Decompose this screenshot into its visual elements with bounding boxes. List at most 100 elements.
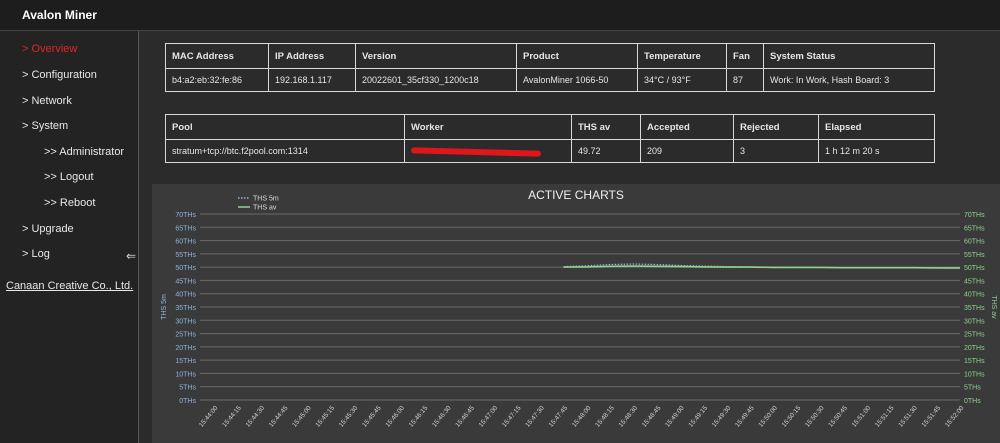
sidebar-item-upgrade[interactable]: > Upgrade bbox=[22, 223, 74, 235]
y2-tick-label: 60THs bbox=[964, 239, 985, 246]
y-tick-label: 30THs bbox=[175, 318, 196, 325]
x-tick-label: 15:50:45 bbox=[827, 404, 849, 428]
pool-info-table: Pool Worker THS av Accepted Rejected Ela… bbox=[165, 114, 935, 163]
y2-tick-label: 30THs bbox=[964, 318, 985, 325]
device-info-table: MAC Address IP Address Version Product T… bbox=[165, 43, 935, 92]
x-tick-label: 15:46:00 bbox=[384, 404, 406, 428]
y-tick-label: 40THs bbox=[175, 292, 196, 299]
y-tick-label: 5THs bbox=[179, 385, 196, 392]
cell-worker bbox=[404, 139, 572, 163]
x-tick-label: 15:44:30 bbox=[245, 404, 267, 428]
x-tick-label: 15:51:00 bbox=[851, 404, 873, 428]
legend-label: THS 5m bbox=[253, 196, 279, 203]
sidebar-item-log[interactable]: > Log bbox=[22, 248, 50, 260]
cell-rejected: 3 bbox=[733, 139, 819, 163]
y2-tick-label: 70THs bbox=[964, 212, 985, 219]
cell-mac: b4:a2:eb:32:fe:86 bbox=[165, 68, 269, 92]
y-tick-label: 35THs bbox=[175, 305, 196, 312]
cell-system-status: Work: In Work, Hash Board: 3 bbox=[763, 68, 935, 92]
top-bar: Avalon Miner bbox=[0, 0, 1000, 31]
y2-tick-label: 5THs bbox=[964, 385, 981, 392]
y-tick-label: 20THs bbox=[175, 345, 196, 352]
legend-label: THS av bbox=[253, 205, 277, 212]
cell-fan: 87 bbox=[726, 68, 764, 92]
x-tick-label: 15:44:15 bbox=[221, 404, 243, 428]
cell-ip: 192.168.1.117 bbox=[268, 68, 356, 92]
x-tick-label: 15:49:15 bbox=[687, 404, 709, 428]
active-charts-panel: ACTIVE CHARTS 0THs 0THs 5THs 5THs 10THs 10THs… bbox=[152, 184, 1000, 443]
cell-version: 20022601_35cf330_1200c18 bbox=[355, 68, 517, 92]
sidebar-item-reboot[interactable]: >> Reboot bbox=[44, 197, 95, 209]
x-tick-label: 15:48:15 bbox=[594, 404, 616, 428]
y2-tick-label: 0THs bbox=[964, 398, 981, 405]
y2-tick-label: 25THs bbox=[964, 332, 985, 339]
cell-ths-av: 49.72 bbox=[571, 139, 641, 163]
sidebar-item-network[interactable]: > Network bbox=[22, 95, 72, 107]
x-tick-label: 15:45:15 bbox=[314, 404, 336, 428]
x-tick-label: 15:47:30 bbox=[524, 404, 546, 428]
x-tick-label: 15:51:30 bbox=[897, 404, 919, 428]
y2-tick-label: 50THs bbox=[964, 265, 985, 272]
y2-tick-label: 20THs bbox=[964, 345, 985, 352]
x-tick-label: 15:51:15 bbox=[874, 404, 896, 428]
table-row: b4:a2:eb:32:fe:86 192.168.1.117 20022601… bbox=[165, 68, 935, 92]
col-header-mac: MAC Address bbox=[165, 43, 269, 69]
y-tick-label: 25THs bbox=[175, 332, 196, 339]
table-header-row: MAC Address IP Address Version Product T… bbox=[165, 43, 935, 69]
redaction-mark bbox=[410, 146, 542, 157]
col-header-ip: IP Address bbox=[268, 43, 356, 69]
x-tick-label: 15:49:30 bbox=[711, 404, 733, 428]
x-tick-label: 15:48:45 bbox=[641, 404, 663, 428]
company-link[interactable]: Canaan Creative Co., Ltd. bbox=[6, 280, 133, 292]
double-arrow-left-icon[interactable]: ⇐ bbox=[126, 249, 136, 263]
x-tick-label: 15:46:15 bbox=[408, 404, 430, 428]
x-tick-label: 15:45:30 bbox=[338, 404, 360, 428]
x-tick-label: 15:47:15 bbox=[501, 404, 523, 428]
x-tick-label: 15:45:45 bbox=[361, 404, 383, 428]
col-header-product: Product bbox=[516, 43, 638, 69]
y2-tick-label: 55THs bbox=[964, 252, 985, 259]
y-tick-label: 45THs bbox=[175, 278, 196, 285]
sidebar-item-system[interactable]: > System bbox=[22, 120, 68, 132]
sidebar-item-overview[interactable]: > Overview bbox=[22, 43, 77, 55]
x-tick-label: 15:50:15 bbox=[781, 404, 803, 428]
y-tick-label: 70THs bbox=[175, 212, 196, 219]
x-tick-label: 15:48:30 bbox=[618, 404, 640, 428]
col-header-pool: Pool bbox=[165, 114, 405, 140]
col-header-rejected: Rejected bbox=[733, 114, 819, 140]
cell-product: AvalonMiner 1066-50 bbox=[516, 68, 638, 92]
x-tick-label: 15:51:45 bbox=[921, 404, 943, 428]
cell-pool: stratum+tcp://btc.f2pool.com:1314 bbox=[165, 139, 405, 163]
x-tick-label: 15:50:00 bbox=[757, 404, 779, 428]
hashrate-chart: 0THs 0THs 5THs 5THs 10THs 10THs 15THs 15THs 20TH… bbox=[161, 196, 997, 429]
y-tick-label: 60THs bbox=[175, 239, 196, 246]
sidebar-item-administrator[interactable]: >> Administrator bbox=[44, 146, 124, 158]
x-tick-label: 15:46:30 bbox=[431, 404, 453, 428]
table-row: stratum+tcp://btc.f2pool.com:1314 49.72 … bbox=[165, 139, 935, 163]
x-tick-label: 15:49:00 bbox=[664, 404, 686, 428]
col-header-elapsed: Elapsed bbox=[818, 114, 935, 140]
y-tick-label: 55THs bbox=[175, 252, 196, 259]
x-tick-label: 15:45:00 bbox=[291, 404, 313, 428]
cell-accepted: 209 bbox=[640, 139, 734, 163]
x-tick-label: 15:44:45 bbox=[268, 404, 290, 428]
col-header-system-status: System Status bbox=[763, 43, 935, 69]
table-header-row: Pool Worker THS av Accepted Rejected Ela… bbox=[165, 114, 935, 140]
x-tick-label: 15:46:45 bbox=[454, 404, 476, 428]
sidebar-item-configuration[interactable]: > Configuration bbox=[22, 69, 97, 81]
y-axis-label: THS 5m bbox=[161, 294, 168, 320]
y-tick-label: 0THs bbox=[179, 398, 196, 405]
x-tick-label: 15:47:45 bbox=[548, 404, 570, 428]
x-tick-label: 15:47:00 bbox=[478, 404, 500, 428]
y2-axis-label: THS av bbox=[990, 295, 997, 319]
sidebar-item-logout[interactable]: >> Logout bbox=[44, 171, 94, 183]
x-tick-label: 15:44:00 bbox=[198, 404, 220, 428]
y2-tick-label: 10THs bbox=[964, 371, 985, 378]
col-header-fan: Fan bbox=[726, 43, 764, 69]
col-header-ths-av: THS av bbox=[571, 114, 641, 140]
col-header-accepted: Accepted bbox=[640, 114, 734, 140]
y2-tick-label: 45THs bbox=[964, 278, 985, 285]
x-tick-label: 15:48:00 bbox=[571, 404, 593, 428]
y2-tick-label: 15THs bbox=[964, 358, 985, 365]
y-tick-label: 15THs bbox=[175, 358, 196, 365]
